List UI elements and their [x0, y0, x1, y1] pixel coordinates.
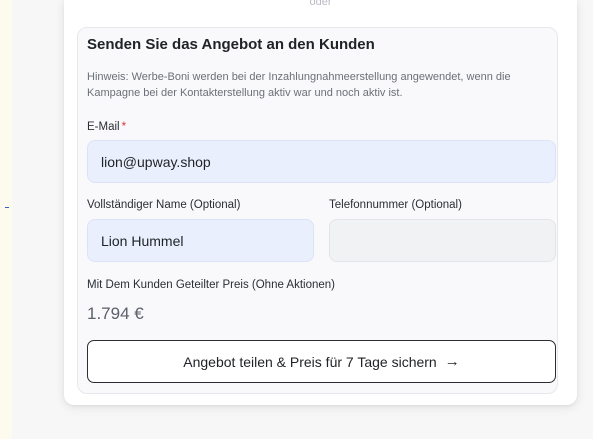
- offer-card: oder Senden Sie das Angebot an den Kunde…: [64, 0, 577, 405]
- price-label: Mit Dem Kunden Geteilter Preis (Ohne Akt…: [87, 279, 336, 291]
- shared-price-value: 1.794 €: [87, 304, 144, 323]
- arrow-right-icon: →: [444, 353, 460, 370]
- phone-field[interactable]: [329, 219, 556, 262]
- send-offer-panel: Senden Sie das Angebot an den Kunden Hin…: [77, 27, 558, 394]
- modal-backdrop: oder Senden Sie das Angebot an den Kunde…: [12, 0, 593, 439]
- email-field[interactable]: lion@upway.shop: [87, 140, 556, 183]
- panel-title: Senden Sie das Angebot an den Kunden: [87, 36, 375, 53]
- full-name-field[interactable]: Lion Hummel: [87, 219, 314, 262]
- full-name-label: Vollständiger Name (Optional): [87, 199, 241, 211]
- email-label: E-Mail *: [87, 121, 126, 133]
- divider-text: oder: [309, 0, 332, 8]
- email-label-text: E-Mail: [87, 121, 120, 133]
- hint-text: Hinweis: Werbe-Boni werden bei der Inzah…: [87, 71, 511, 99]
- share-offer-button-label: Angebot teilen & Preis für 7 Tage sicher…: [183, 353, 437, 370]
- page: oder Senden Sie das Angebot an den Kunde…: [0, 0, 593, 439]
- phone-label: Telefonnummer (Optional): [329, 199, 462, 211]
- full-name-field-value: Lion Hummel: [101, 232, 184, 249]
- left-edge-marker: [5, 207, 9, 208]
- required-asterisk: *: [121, 121, 127, 133]
- email-field-value: lion@upway.shop: [101, 153, 211, 170]
- share-offer-button[interactable]: Angebot teilen & Preis für 7 Tage sicher…: [87, 340, 556, 383]
